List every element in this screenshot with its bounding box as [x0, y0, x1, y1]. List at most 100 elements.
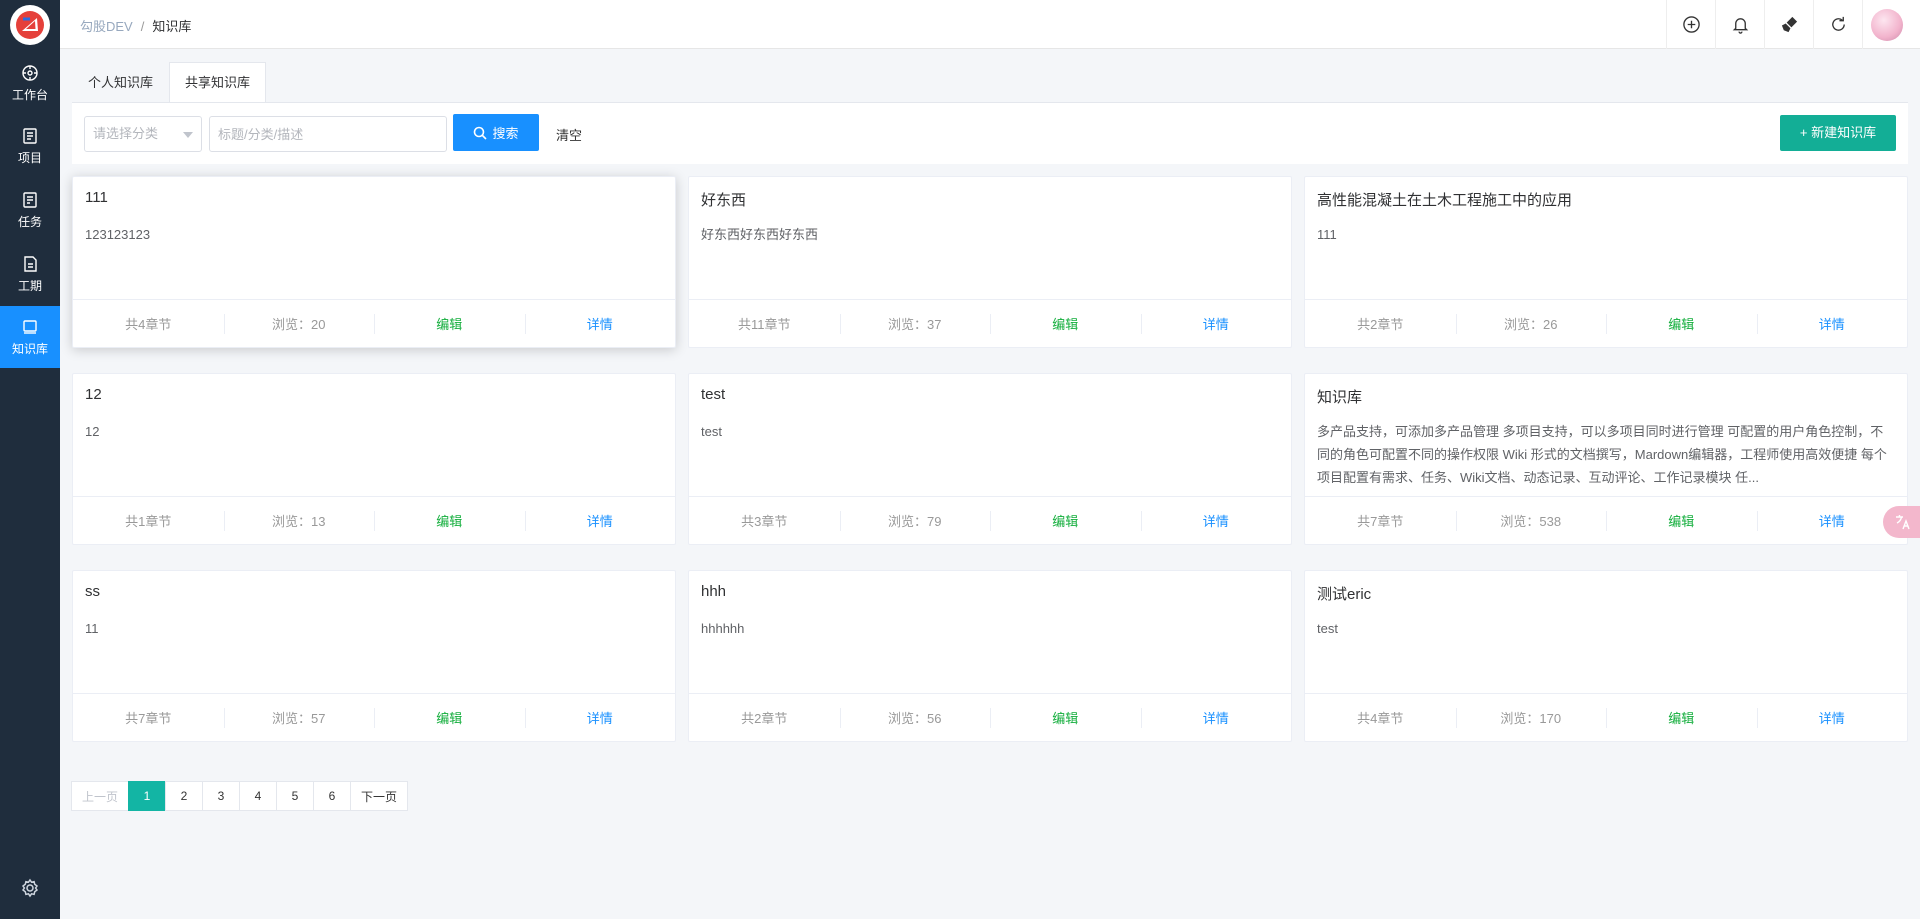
card-title: test [701, 386, 726, 403]
card-description: 11 [85, 621, 99, 636]
page-button-6[interactable]: 6 [313, 781, 352, 811]
sidebar-item-label: 项目 [17, 150, 42, 165]
keyword-input[interactable] [209, 116, 447, 152]
dashboard-icon [22, 64, 38, 81]
detail-button[interactable]: 详情 [1140, 497, 1292, 544]
card-footer: 共4章节 浏览：20 编辑 详情 [73, 299, 675, 347]
chapter-count: 共4章节 [1357, 711, 1404, 726]
refresh-icon [1831, 16, 1845, 31]
card-title: 好东西 [701, 192, 747, 209]
detail-button[interactable]: 详情 [1756, 694, 1908, 741]
chapter-count: 共4章节 [125, 317, 172, 332]
view-count: 浏览：26 [1455, 300, 1607, 347]
sidebar-item-schedule[interactable]: 工期 [0, 243, 60, 305]
knowledge-card[interactable]: 高性能混凝土在土木工程施工中的应用 111 共2章节 浏览：26 编辑 详情 [1304, 176, 1908, 348]
card-description: test [701, 424, 722, 439]
page-button-1[interactable]: 1 [128, 781, 167, 811]
knowledge-card[interactable]: 12 12 共1章节 浏览：13 编辑 详情 [72, 373, 676, 545]
page-button-5[interactable]: 5 [276, 781, 315, 811]
clear-button[interactable]: 清空 [556, 125, 582, 144]
sidebar-item-label: 任务 [17, 214, 42, 229]
page-button-4[interactable]: 4 [239, 781, 278, 811]
view-count: 浏览：538 [1455, 497, 1607, 544]
sidebar-item-label: 工作台 [11, 87, 48, 102]
card-description: hhhhhh [701, 621, 745, 636]
detail-button[interactable]: 详情 [524, 694, 676, 741]
card-title: 高性能混凝土在土木工程施工中的应用 [1317, 192, 1573, 209]
tab-personal[interactable]: 个人知识库 [72, 62, 169, 102]
card-footer: 共3章节 浏览：79 编辑 详情 [689, 496, 1291, 544]
knowledge-card[interactable]: 测试eric test 共4章节 浏览：170 编辑 详情 [1304, 570, 1908, 742]
card-footer: 共4章节 浏览：170 编辑 详情 [1305, 693, 1907, 741]
view-count: 浏览：56 [839, 694, 991, 741]
card-description: 123123123 [85, 227, 151, 242]
brush-icon [1781, 16, 1797, 33]
card-footer: 共2章节 浏览：56 编辑 详情 [689, 693, 1291, 741]
pagination: 上一页 1 2 3 4 5 6 下一页 [71, 781, 409, 811]
knowledge-card[interactable]: ss 11 共7章节 浏览：57 编辑 详情 [72, 570, 676, 742]
chapter-count: 共2章节 [741, 711, 788, 726]
card-footer: 共2章节 浏览：26 编辑 详情 [1305, 299, 1907, 347]
detail-button[interactable]: 详情 [524, 300, 676, 347]
new-knowledge-base-button[interactable]: + 新建知识库 [1780, 115, 1896, 151]
category-placeholder: 请选择分类 [93, 126, 159, 141]
chapter-count: 共1章节 [125, 514, 172, 529]
edit-button[interactable]: 编辑 [1606, 497, 1757, 544]
gear-icon[interactable] [20, 878, 40, 898]
breadcrumb-root[interactable]: 勾股DEV [80, 19, 133, 34]
app-logo[interactable] [10, 5, 50, 45]
view-count: 浏览：37 [839, 300, 991, 347]
task-icon [23, 191, 37, 208]
card-title: 测试eric [1317, 586, 1372, 603]
sidebar-item-workbench[interactable]: 工作台 [0, 52, 60, 114]
knowledge-card[interactable]: 111 123123123 共4章节 浏览：20 编辑 详情 [72, 176, 676, 348]
detail-button[interactable]: 详情 [1756, 300, 1908, 347]
category-select[interactable]: 请选择分类 [84, 116, 202, 152]
sidebar-item-projects[interactable]: 项目 [0, 115, 60, 177]
bell-icon [1732, 18, 1748, 34]
card-description: test [1317, 621, 1338, 636]
folder-icon [23, 127, 37, 144]
add-button[interactable] [1666, 0, 1715, 49]
edit-button[interactable]: 编辑 [1606, 694, 1757, 741]
detail-button[interactable]: 详情 [1140, 694, 1292, 741]
detail-button[interactable]: 详情 [1140, 300, 1292, 347]
page-button-3[interactable]: 3 [202, 781, 241, 811]
card-footer: 共1章节 浏览：13 编辑 详情 [73, 496, 675, 544]
sidebar-item-tasks[interactable]: 任务 [0, 179, 60, 241]
card-title: 知识库 [1317, 389, 1363, 406]
sidebar-item-knowledge[interactable]: 知识库 [0, 306, 60, 368]
knowledge-card[interactable]: test test 共3章节 浏览：79 编辑 详情 [688, 373, 1292, 545]
edit-button[interactable]: 编辑 [374, 497, 525, 544]
chapter-count: 共7章节 [125, 711, 172, 726]
knowledge-card[interactable]: 好东西 好东西好东西好东西 共11章节 浏览：37 编辑 详情 [688, 176, 1292, 348]
caret-down-icon [183, 132, 193, 138]
tab-shared[interactable]: 共享知识库 [169, 62, 267, 102]
detail-button[interactable]: 详情 [524, 497, 676, 544]
knowledge-card[interactable]: 知识库 多产品支持，可添加多产品管理 多项目支持，可以多项目同时进行管理 可配置的… [1304, 373, 1908, 545]
edit-button[interactable]: 编辑 [1606, 300, 1757, 347]
top-header: 勾股DEV / 知识库 [60, 0, 1920, 49]
search-button[interactable]: 搜索 [453, 114, 539, 151]
notifications-button[interactable] [1715, 0, 1764, 49]
card-description: 好东西好东西好东西 [701, 227, 819, 242]
chapter-count: 共11章节 [738, 317, 791, 332]
edit-button[interactable]: 编辑 [374, 694, 525, 741]
edit-button[interactable]: 编辑 [990, 497, 1141, 544]
edit-button[interactable]: 编辑 [990, 694, 1141, 741]
translate-float-button[interactable] [1883, 506, 1920, 538]
prev-page-button[interactable]: 上一页 [71, 781, 130, 811]
refresh-button[interactable] [1813, 0, 1862, 49]
logo-icon [16, 11, 44, 39]
edit-button[interactable]: 编辑 [990, 300, 1141, 347]
chapter-count: 共2章节 [1357, 317, 1404, 332]
breadcrumb: 勾股DEV / 知识库 [80, 16, 191, 35]
user-menu[interactable] [1862, 0, 1911, 49]
theme-button[interactable] [1764, 0, 1813, 49]
view-count: 浏览：13 [223, 497, 375, 544]
chapter-count: 共3章节 [741, 514, 788, 529]
page-button-2[interactable]: 2 [165, 781, 204, 811]
next-page-button[interactable]: 下一页 [350, 781, 409, 811]
knowledge-card[interactable]: hhh hhhhhh 共2章节 浏览：56 编辑 详情 [688, 570, 1292, 742]
edit-button[interactable]: 编辑 [374, 300, 525, 347]
